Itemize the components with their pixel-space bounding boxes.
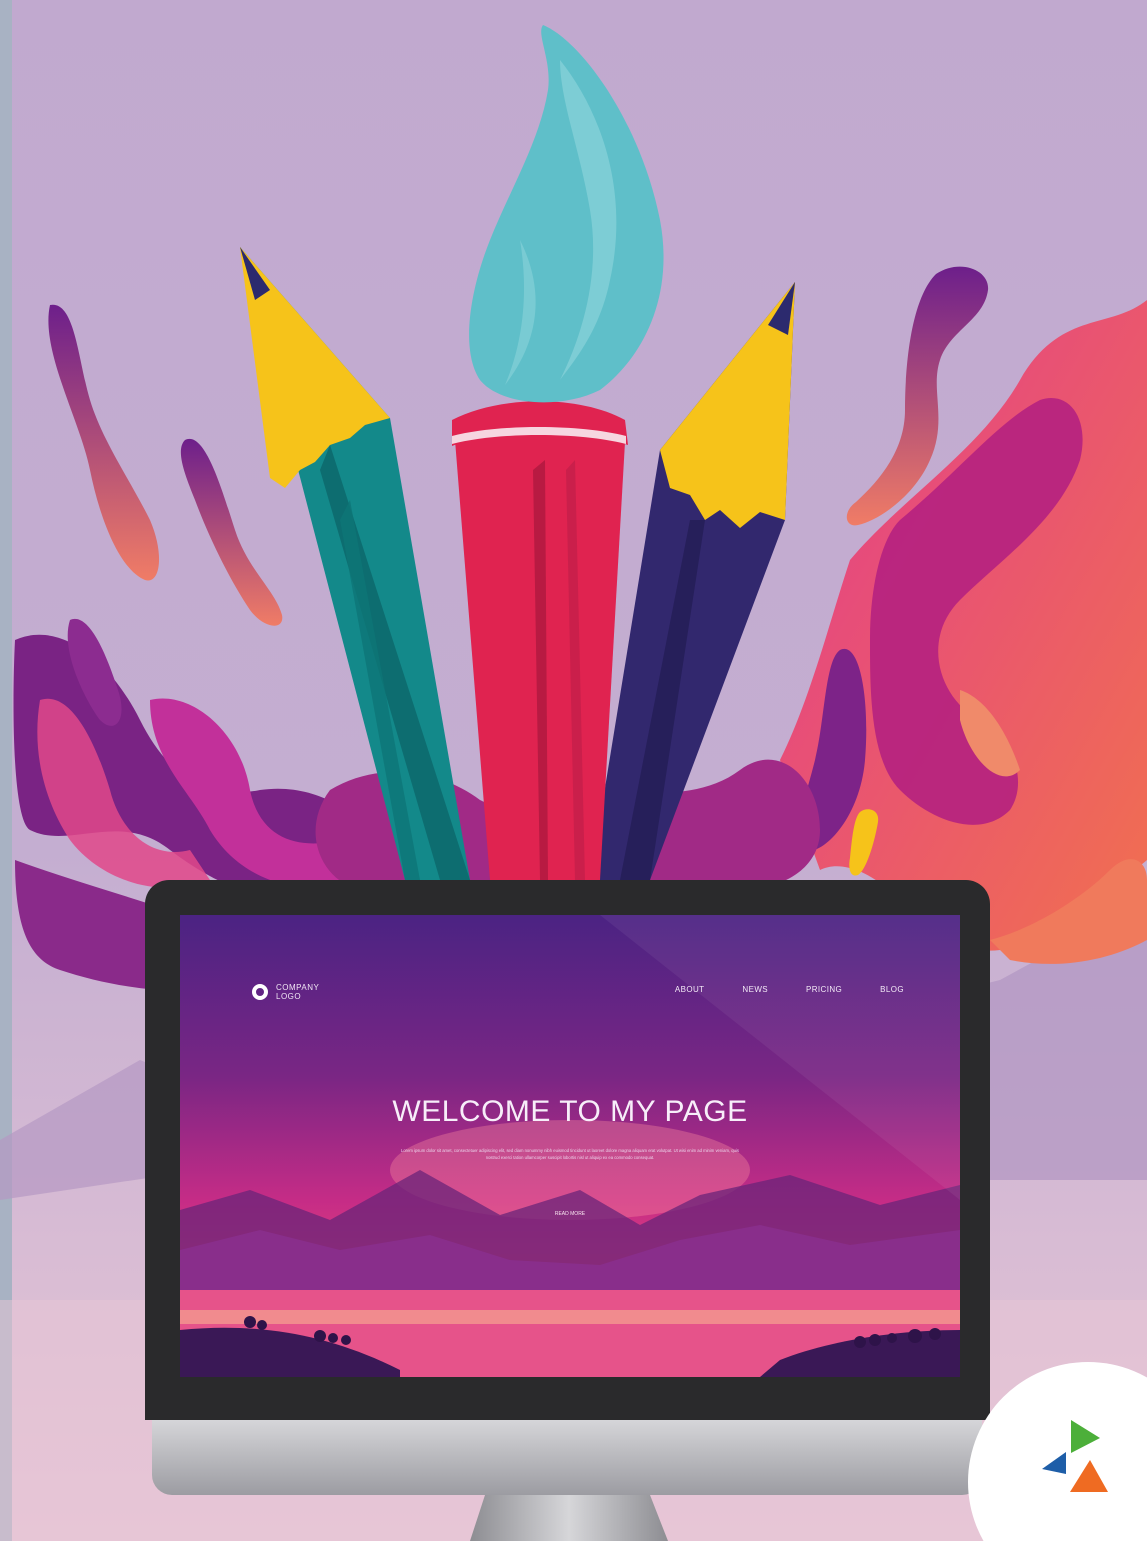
nav-link-pricing[interactable]: PRICING: [806, 985, 842, 994]
nav-link-about[interactable]: ABOUT: [675, 985, 705, 994]
company-logo[interactable]: COMPANY LOGO: [252, 983, 319, 1001]
top-nav: ABOUT NEWS PRICING BLOG: [675, 985, 904, 994]
logo-line-1: COMPANY: [276, 983, 320, 992]
website-mockup: COMPANY LOGO ABOUT NEWS PRICING BLOG WEL…: [180, 915, 960, 1377]
poster-stage: COMPANY LOGO ABOUT NEWS PRICING BLOG WEL…: [0, 0, 1147, 1541]
nav-link-news[interactable]: NEWS: [742, 985, 768, 994]
company-logo-ring-icon: [252, 984, 268, 1000]
hero-title: WELCOME TO MY PAGE: [392, 1095, 748, 1128]
logo-line-2: LOGO: [276, 992, 302, 1001]
hero-body-text: Lorem ipsum dolor sit amet, consectetuer…: [401, 1148, 739, 1160]
logo-text: COMPANY LOGO: [276, 983, 319, 1001]
nav-link-blog[interactable]: BLOG: [880, 985, 904, 994]
read-more-button[interactable]: READ MORE: [540, 1207, 600, 1221]
